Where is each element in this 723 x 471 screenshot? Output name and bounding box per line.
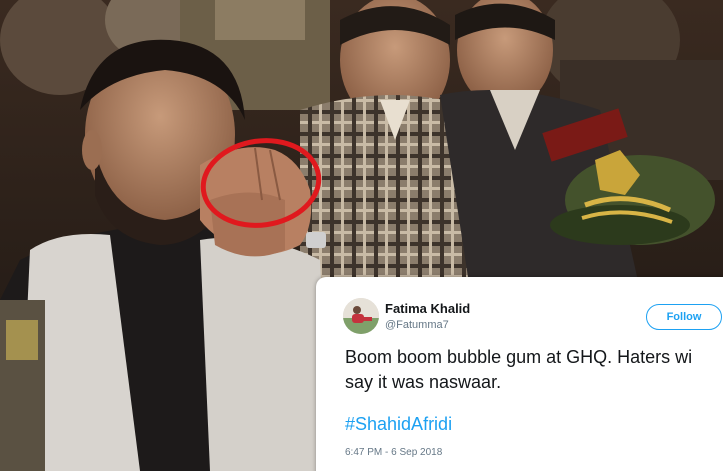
user-handle[interactable]: @Fatumma7 (385, 319, 449, 331)
tweet-timestamp[interactable]: 6:47 PM - 6 Sep 2018 (345, 447, 442, 458)
tweet-text-line-1: Boom boom bubble gum at GHQ. Haters wi (345, 347, 693, 367)
tweet-text-line-2: say it was naswaar. (345, 372, 502, 392)
avatar[interactable] (343, 298, 379, 334)
follow-button[interactable]: Follow (646, 304, 722, 330)
screenshot-stage: Fatima Khalid @Fatumma7 Follow Boom boom… (0, 0, 723, 471)
tweet-card: Fatima Khalid @Fatumma7 Follow Boom boom… (316, 277, 723, 471)
display-name[interactable]: Fatima Khalid (385, 301, 470, 316)
hashtag-link[interactable]: #ShahidAfridi (345, 414, 452, 435)
tweet-text: Boom boom bubble gum at GHQ. Haters wi s… (345, 345, 723, 395)
